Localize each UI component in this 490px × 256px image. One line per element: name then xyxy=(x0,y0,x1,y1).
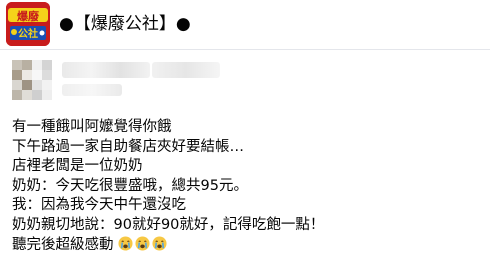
page-header: 爆廢 公社 ●【爆廢公社】● xyxy=(0,0,490,50)
crying-face-icon xyxy=(135,236,150,251)
post-body: 有一種餓叫阿嬤覺得你餓 下午路過一家自助餐店夾好要結帳… 店裡老闆是一位奶奶 奶… xyxy=(12,118,482,255)
post-line: 有一種餓叫阿嬤覺得你餓 xyxy=(12,119,172,135)
bafei-gongshe-logo-icon[interactable]: 爆廢 公社 xyxy=(6,2,50,46)
post-line: 店裡老闆是一位奶奶 xyxy=(12,158,143,175)
svg-text:爆廢: 爆廢 xyxy=(17,9,40,23)
author-name-blurred-extra xyxy=(152,62,220,78)
post-line-with-emoji: 聽完後超級感動 xyxy=(12,236,482,256)
author-name-blurred[interactable] xyxy=(62,62,150,78)
author-avatar[interactable] xyxy=(12,60,52,100)
post-line: 奶奶親切地說：90就好90就好，記得吃飽一點！ xyxy=(12,216,325,233)
post-line-text: 聽完後超級感動 xyxy=(12,236,114,253)
page-name-link[interactable]: ●【爆廢公社】● xyxy=(59,12,191,36)
post-timestamp-blurred[interactable] xyxy=(62,84,122,96)
crying-face-icon xyxy=(152,236,167,251)
post-author-row xyxy=(0,50,490,110)
post-line: 奶奶：今天吃很豐盛哦，總共95元。 xyxy=(12,177,248,194)
crying-face-icon xyxy=(118,236,133,251)
post-line: 我：因為我今天中午還沒吃 xyxy=(12,197,186,214)
svg-text:公社: 公社 xyxy=(18,27,38,40)
post-line: 下午路過一家自助餐店夾好要結帳… xyxy=(12,138,244,155)
